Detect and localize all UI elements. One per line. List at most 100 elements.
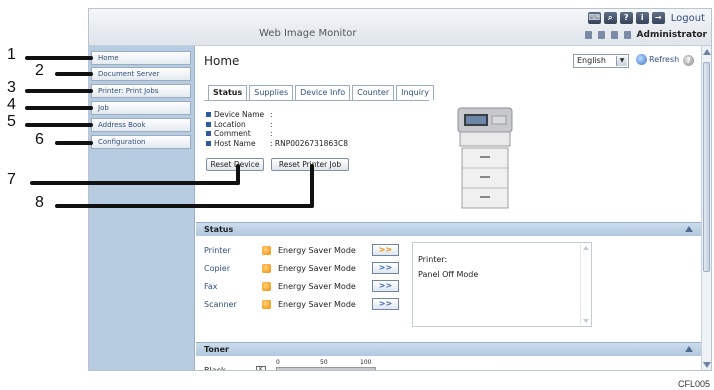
search-icon[interactable]: ⌕ bbox=[603, 12, 617, 24]
scroll-down-icon[interactable] bbox=[583, 319, 589, 323]
refresh-button[interactable]: Refresh bbox=[636, 54, 679, 65]
status-section-header[interactable]: Status bbox=[196, 222, 701, 236]
scroll-down-icon[interactable] bbox=[703, 362, 711, 368]
bullet-icon bbox=[206, 112, 211, 118]
callout-line-5 bbox=[25, 123, 93, 127]
help-icon[interactable]: ? bbox=[619, 12, 633, 24]
reset-device-button[interactable]: Reset Device bbox=[206, 158, 264, 171]
callout-line-1 bbox=[25, 56, 93, 60]
nav-document-server[interactable]: Document Server bbox=[91, 67, 191, 81]
device-name[interactable]: Scanner bbox=[204, 298, 237, 311]
info-label: Host Name bbox=[214, 138, 256, 148]
bullet-icon bbox=[206, 140, 211, 146]
message-scrollbar[interactable] bbox=[580, 244, 590, 325]
device-status: Energy Saver Mode bbox=[278, 264, 356, 273]
colon: : bbox=[270, 129, 275, 138]
user-row: Administrator bbox=[584, 30, 707, 40]
details-button[interactable]: >> bbox=[372, 262, 399, 274]
device-name[interactable]: Printer bbox=[204, 244, 231, 257]
network-icon bbox=[597, 31, 605, 39]
toner-scale-0: 0 bbox=[276, 359, 280, 366]
info-row: Host Name: RNP0026731863C8 bbox=[206, 139, 348, 149]
scroll-up-icon[interactable] bbox=[703, 49, 711, 55]
toner-icon: K bbox=[256, 366, 266, 370]
logout-link[interactable]: Logout bbox=[671, 13, 705, 24]
callout-line-2 bbox=[55, 72, 93, 76]
nav-home[interactable]: Home bbox=[91, 51, 191, 65]
status-section-title: Status bbox=[204, 225, 234, 234]
callout-number-6: 6 bbox=[35, 131, 44, 148]
top-icons: ⌨ ⌕ ? i → Logout bbox=[587, 12, 705, 24]
page-scrollbar[interactable] bbox=[701, 46, 711, 370]
callout-line-7 bbox=[30, 181, 240, 185]
callout-line-8-vertical bbox=[310, 164, 314, 208]
scroll-thumb[interactable] bbox=[703, 62, 710, 272]
device-status-row: Fax Energy Saver Mode >> bbox=[204, 280, 404, 293]
figure-code: CFL005 bbox=[677, 379, 710, 389]
device-info: Device Name: Location: Comment: Host Nam… bbox=[206, 110, 348, 148]
nav-address-book[interactable]: Address Book bbox=[91, 118, 191, 132]
user-icon bbox=[584, 31, 592, 39]
callout-number-7: 7 bbox=[7, 171, 16, 188]
energy-saver-icon bbox=[262, 264, 271, 273]
collapse-icon[interactable] bbox=[685, 346, 693, 352]
device-status: Energy Saver Mode bbox=[278, 246, 356, 255]
tab-counter[interactable]: Counter bbox=[352, 85, 395, 100]
toner-scale-100: 100 bbox=[360, 359, 372, 366]
info-value: RNP0026731863C8 bbox=[274, 138, 348, 148]
scroll-up-icon[interactable] bbox=[583, 246, 589, 250]
nav-configuration[interactable]: Configuration bbox=[91, 135, 191, 149]
keyboard-icon[interactable]: ⌨ bbox=[587, 12, 601, 24]
tab-inquiry[interactable]: Inquiry bbox=[396, 85, 434, 100]
callout-number-2: 2 bbox=[35, 62, 44, 79]
left-nav: Home Document Server Printer: Print Jobs… bbox=[89, 46, 195, 370]
nav-job[interactable]: Job bbox=[91, 101, 191, 115]
document-icon bbox=[623, 31, 631, 39]
browser-frame: Web Image Monitor ⌨ ⌕ ? i → Logout Admin… bbox=[88, 8, 712, 371]
info-row: Comment: bbox=[206, 129, 348, 139]
app-title: Web Image Monitor bbox=[259, 28, 357, 39]
help-icon[interactable]: ? bbox=[683, 55, 694, 66]
bullet-icon bbox=[206, 131, 211, 137]
toner-section-title: Toner bbox=[204, 345, 229, 354]
callout-line-8 bbox=[55, 204, 314, 208]
colon: : bbox=[270, 119, 275, 129]
callout-number-8: 8 bbox=[35, 194, 44, 211]
info-label: Location bbox=[214, 119, 246, 129]
info-label: Comment bbox=[214, 129, 251, 138]
details-button[interactable]: >> bbox=[372, 280, 399, 292]
energy-saver-icon bbox=[262, 282, 271, 291]
collapse-icon[interactable] bbox=[685, 226, 693, 232]
logout-icon[interactable]: → bbox=[651, 12, 665, 24]
header-bar: Web Image Monitor ⌨ ⌕ ? i → Logout Admin… bbox=[89, 9, 711, 46]
callout-number-1: 1 bbox=[7, 46, 16, 63]
chevron-down-icon[interactable]: ▼ bbox=[616, 56, 627, 66]
energy-saver-icon bbox=[262, 300, 271, 309]
user-name: Administrator bbox=[636, 30, 707, 40]
tab-device-info[interactable]: Device Info bbox=[295, 85, 351, 100]
callout-line-4 bbox=[25, 106, 93, 110]
refresh-label: Refresh bbox=[649, 55, 680, 64]
device-status-row: Copier Energy Saver Mode >> bbox=[204, 262, 404, 275]
tab-supplies[interactable]: Supplies bbox=[249, 85, 294, 100]
device-name[interactable]: Fax bbox=[204, 280, 218, 293]
details-button[interactable]: >> bbox=[372, 298, 399, 310]
device-name[interactable]: Copier bbox=[204, 262, 230, 275]
callout-number-3: 3 bbox=[7, 79, 16, 96]
bullet-icon bbox=[206, 121, 211, 127]
page-title: Home bbox=[204, 54, 240, 68]
tab-status[interactable]: Status bbox=[208, 85, 248, 100]
energy-saver-icon bbox=[262, 246, 271, 255]
callout-line-6 bbox=[55, 141, 93, 145]
info-row: Location: bbox=[206, 120, 348, 130]
info-icon[interactable]: i bbox=[635, 12, 649, 24]
language-select[interactable]: English ▼ bbox=[573, 54, 629, 68]
refresh-icon bbox=[636, 54, 647, 65]
toner-section-header[interactable]: Toner bbox=[196, 342, 701, 356]
info-row: Device Name: bbox=[206, 110, 348, 120]
nav-printer-print-jobs[interactable]: Printer: Print Jobs bbox=[91, 84, 191, 98]
device-status-row: Printer Energy Saver Mode >> bbox=[204, 244, 404, 257]
details-button[interactable]: >> bbox=[372, 244, 399, 256]
toner-color-label: Black bbox=[204, 366, 226, 371]
status-message-box: Printer: Panel Off Mode bbox=[412, 242, 592, 327]
